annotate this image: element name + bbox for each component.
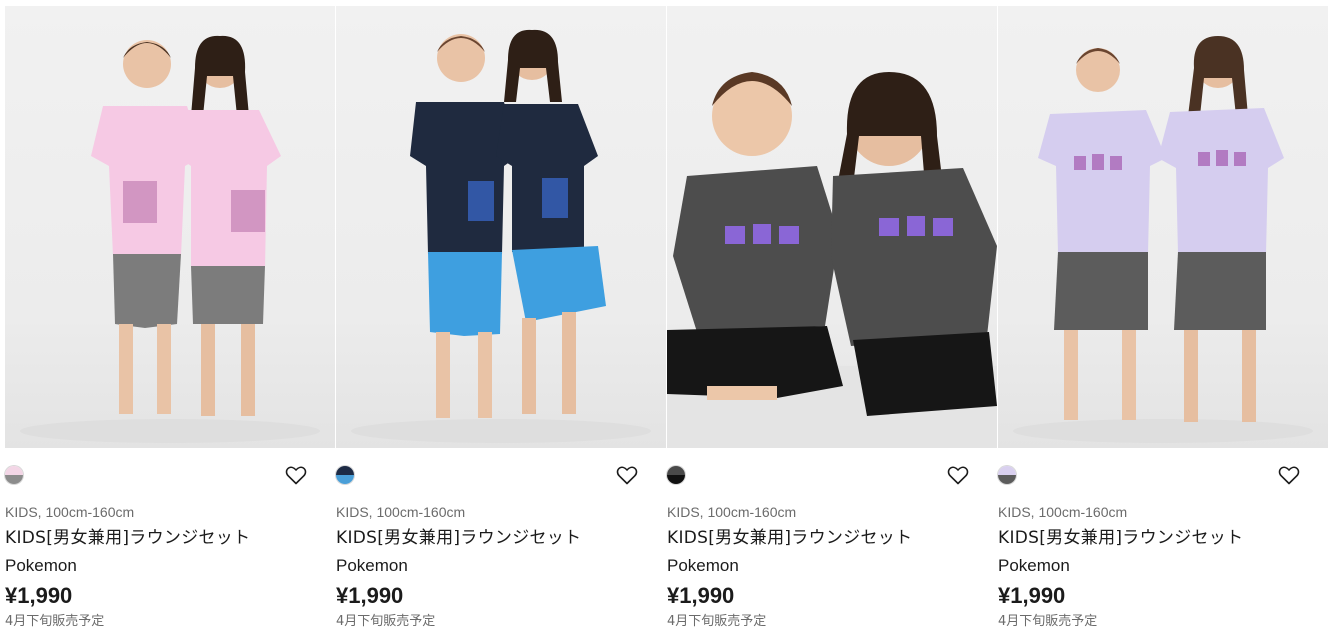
product-image[interactable] [336, 6, 666, 448]
swatch-bottom-color [5, 475, 23, 484]
product-card[interactable]: KIDS, 100cm-160cm KIDS[男女兼用]ラウンジセット Poke… [5, 6, 336, 634]
release-note: 4月下旬販売予定 [336, 614, 436, 629]
product-category: KIDS, 100cm-160cm [336, 504, 466, 520]
product-grid: KIDS, 100cm-160cm KIDS[男女兼用]ラウンジセット Poke… [5, 6, 1329, 634]
product-info: KIDS, 100cm-160cm KIDS[男女兼用]ラウンジセット Poke… [336, 500, 667, 634]
product-price: ¥1,990 [5, 583, 73, 608]
color-swatch[interactable] [336, 466, 354, 484]
product-meta-row [667, 448, 998, 500]
product-title[interactable]: KIDS[男女兼用]ラウンジセット [336, 524, 667, 552]
product-meta-row [336, 448, 667, 500]
product-category: KIDS, 100cm-160cm [5, 504, 135, 520]
product-subtitle[interactable]: Pokemon [667, 552, 998, 580]
product-price: ¥1,990 [667, 583, 735, 608]
heart-outline-icon[interactable] [1277, 463, 1301, 487]
product-title[interactable]: KIDS[男女兼用]ラウンジセット [998, 524, 1329, 552]
product-card[interactable]: KIDS, 100cm-160cm KIDS[男女兼用]ラウンジセット Poke… [998, 6, 1329, 634]
product-photo-illustration [1013, 36, 1313, 443]
product-meta-row [998, 448, 1329, 500]
product-card[interactable]: KIDS, 100cm-160cm KIDS[男女兼用]ラウンジセット Poke… [667, 6, 998, 634]
color-swatch[interactable] [998, 466, 1016, 484]
release-note: 4月下旬販売予定 [667, 614, 767, 629]
product-title[interactable]: KIDS[男女兼用]ラウンジセット [667, 524, 998, 552]
swatch-top-color [5, 466, 23, 475]
swatch-top-color [336, 466, 354, 475]
heart-outline-icon[interactable] [284, 463, 308, 487]
release-note: 4月下旬販売予定 [5, 614, 105, 629]
product-card[interactable]: KIDS, 100cm-160cm KIDS[男女兼用]ラウンジセット Poke… [336, 6, 667, 634]
color-swatch[interactable] [667, 466, 685, 484]
product-subtitle[interactable]: Pokemon [5, 552, 336, 580]
product-photo-illustration [667, 72, 997, 448]
release-note: 4月下旬販売予定 [998, 614, 1098, 629]
product-category: KIDS, 100cm-160cm [998, 504, 1128, 520]
product-subtitle[interactable]: Pokemon [336, 552, 667, 580]
product-info: KIDS, 100cm-160cm KIDS[男女兼用]ラウンジセット Poke… [998, 500, 1329, 634]
product-price: ¥1,990 [336, 583, 404, 608]
swatch-top-color [998, 466, 1016, 475]
product-info: KIDS, 100cm-160cm KIDS[男女兼用]ラウンジセット Poke… [667, 500, 998, 634]
heart-outline-icon[interactable] [615, 463, 639, 487]
swatch-bottom-color [336, 475, 354, 484]
swatch-top-color [667, 466, 685, 475]
heart-outline-icon[interactable] [946, 463, 970, 487]
swatch-bottom-color [998, 475, 1016, 484]
product-title[interactable]: KIDS[男女兼用]ラウンジセット [5, 524, 336, 552]
color-swatch[interactable] [5, 466, 23, 484]
product-subtitle[interactable]: Pokemon [998, 552, 1329, 580]
product-price: ¥1,990 [998, 583, 1066, 608]
product-image[interactable] [667, 6, 997, 448]
product-image[interactable] [998, 6, 1328, 448]
swatch-bottom-color [667, 475, 685, 484]
product-category: KIDS, 100cm-160cm [667, 504, 797, 520]
product-photo-illustration [20, 35, 320, 443]
product-image[interactable] [5, 6, 335, 448]
product-meta-row [5, 448, 336, 500]
product-info: KIDS, 100cm-160cm KIDS[男女兼用]ラウンジセット Poke… [5, 500, 336, 634]
product-photo-illustration [351, 29, 651, 443]
